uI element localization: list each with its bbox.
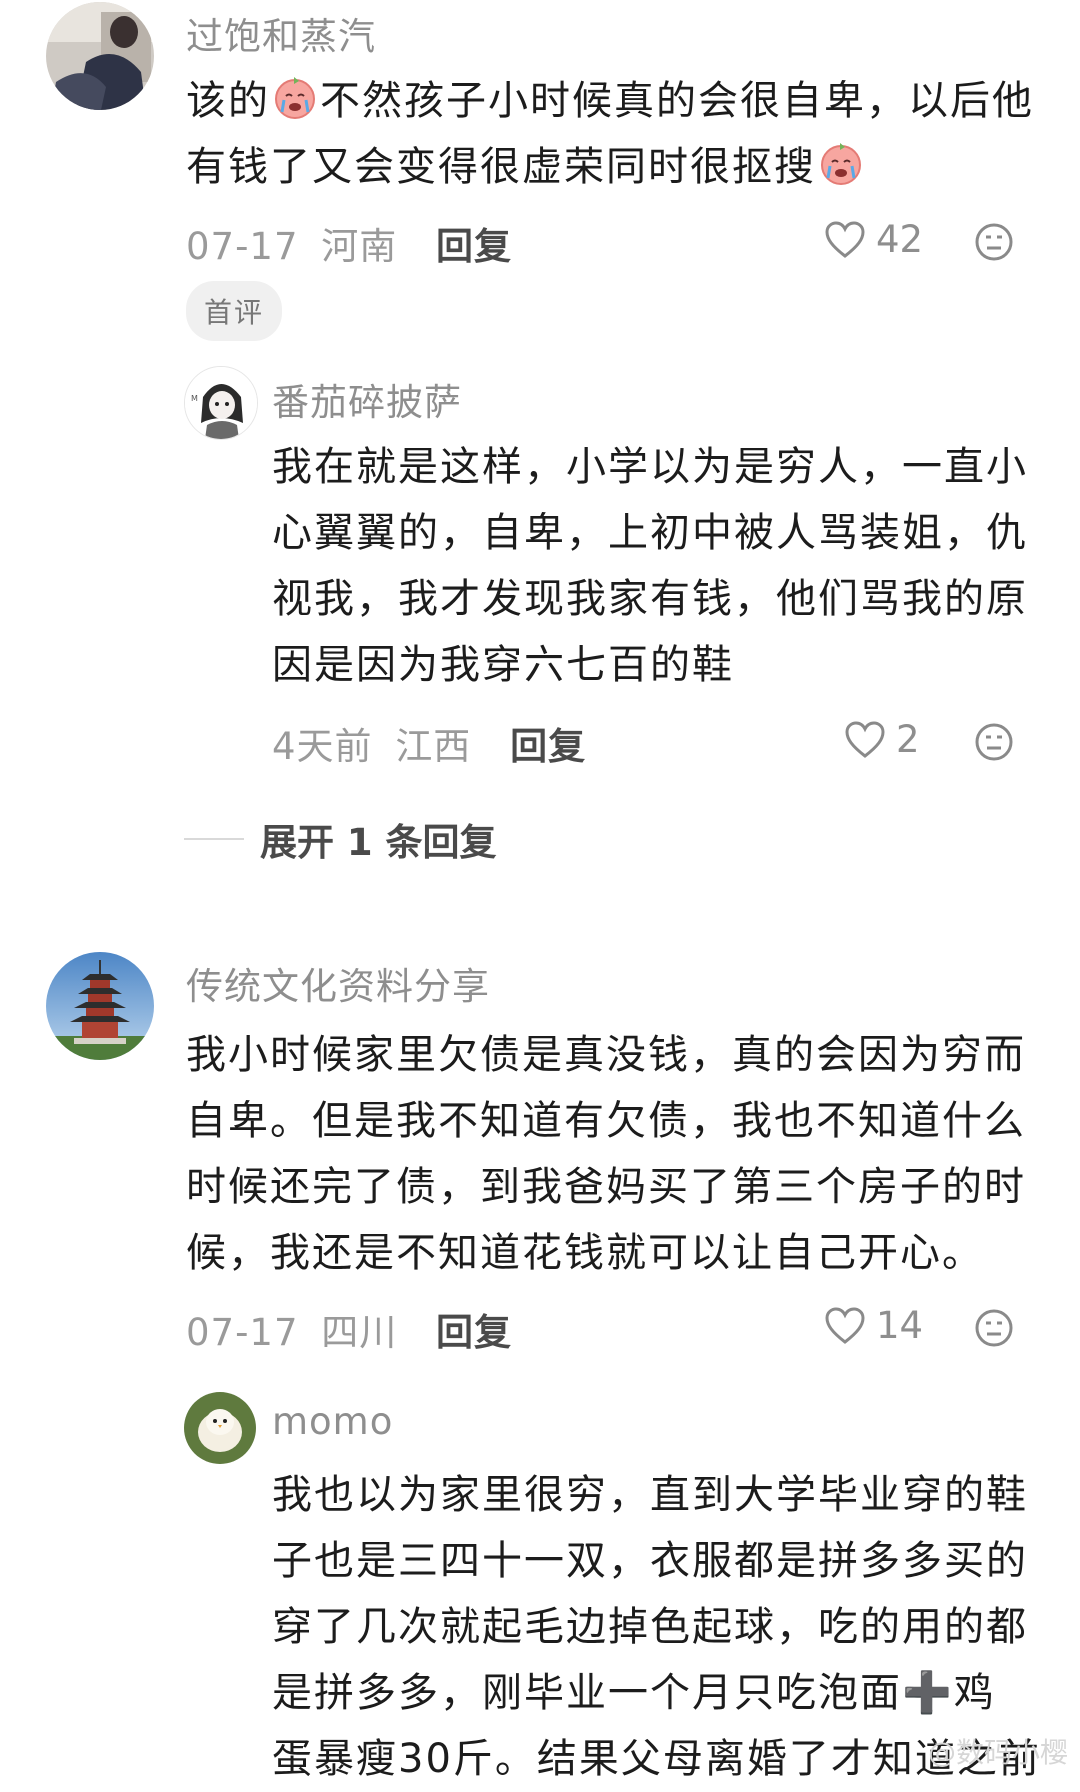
comment-date: 07-17 — [186, 1311, 299, 1354]
comment-date: 07-17 — [186, 225, 299, 268]
reply-line: 我也以为家里很穷，直到大学毕业穿的鞋 — [272, 1472, 1028, 1518]
heart-icon — [825, 1306, 865, 1344]
reply-button[interactable]: 回复 — [510, 725, 586, 768]
reply-username[interactable]: momo — [272, 1400, 393, 1443]
reply-line: 因是因为我穿六七百的鞋 — [272, 642, 734, 688]
reply-date: 4天前 — [272, 725, 373, 768]
anime-girl-avatar-icon: M — [185, 367, 257, 439]
user-avatar[interactable] — [46, 2, 154, 110]
like-count: 42 — [876, 218, 924, 261]
comment-line: 自卑。但是我不知道有欠债，我也不知道什么 — [186, 1098, 1026, 1144]
dislike-face-icon[interactable] — [974, 222, 1014, 262]
comment-line: 有钱了又会变得很虚荣同时很抠搜 — [186, 134, 1046, 200]
reply-line: 是拼多多，刚毕业一个月只吃泡面➕鸡 — [272, 1670, 996, 1716]
comment-line: 时候还完了债，到我爸妈买了第三个房子的时 — [186, 1164, 1026, 1210]
comment-location: 四川 — [321, 1311, 398, 1354]
crying-emoji-icon — [821, 143, 861, 185]
heart-icon — [845, 720, 885, 758]
reply-button[interactable]: 回复 — [436, 1311, 512, 1354]
like-button[interactable]: 42 — [824, 218, 923, 261]
reply-meta: 4天前 江西 回复 — [272, 716, 586, 770]
user-avatar[interactable] — [46, 952, 154, 1060]
comment-line: 候，我还是不知道花钱就可以让自己开心。 — [186, 1230, 984, 1276]
divider — [184, 838, 244, 840]
fluffy-chick-avatar-icon — [184, 1392, 256, 1464]
reply-user-avatar[interactable]: M — [184, 366, 258, 440]
person-photo-avatar-icon — [46, 2, 154, 110]
username[interactable]: 过饱和蒸汽 — [186, 6, 376, 60]
heart-icon — [825, 220, 865, 258]
reply-line: 我在就是这样，小学以为是穷人，一直小 — [272, 444, 1028, 490]
comment-location: 河南 — [321, 225, 398, 268]
reply-location: 江西 — [395, 725, 472, 768]
reply-line: 心翼翼的，自卑，上初中被人骂装姐，仇 — [272, 510, 1028, 556]
comment-meta: 07-17 河南 回复 — [186, 216, 512, 270]
watermark: @数码小樱 — [927, 1736, 1068, 1769]
pagoda-avatar-icon — [46, 952, 154, 1060]
comment-text: 我小时候家里欠债是真没钱，真的会因为穷而 自卑。但是我不知道有欠债，我也不知道什… — [186, 1022, 1066, 1286]
reply-text: 我在就是这样，小学以为是穷人，一直小 心翼翼的，自卑，上初中被人骂装姐，仇 视我… — [272, 434, 1052, 698]
crying-emoji-icon — [275, 77, 315, 119]
first-comment-badge: 首评 — [186, 281, 283, 341]
like-button[interactable]: 2 — [844, 718, 920, 761]
like-button[interactable]: 14 — [824, 1304, 923, 1347]
svg-text:M: M — [191, 394, 198, 403]
reply-line: 视我，我才发现我家有钱，他们骂我的原 — [272, 576, 1028, 622]
reply-line: 穿了几次就起毛边掉色起球，吃的用的都 — [272, 1604, 1028, 1650]
reply-button[interactable]: 回复 — [436, 225, 512, 268]
like-count: 14 — [876, 1304, 924, 1347]
comment-line: 该的 不然孩子小时候真的会很自卑，以后他 — [186, 68, 1046, 134]
reply-line: 子也是三四十一双，衣服都是拼多多买的 — [272, 1538, 1028, 1584]
expand-replies-button[interactable]: 展开 1 条回复 — [184, 812, 497, 866]
username[interactable]: 传统文化资料分享 — [186, 956, 490, 1010]
comment-text: 该的 不然孩子小时候真的会很自卑，以后他 有钱了又会变得很虚荣同时很抠搜 — [186, 68, 1046, 200]
dislike-face-icon[interactable] — [974, 1308, 1014, 1348]
reply-username[interactable]: 番茄碎披萨 — [272, 372, 462, 426]
like-count: 2 — [896, 718, 920, 761]
comment-meta: 07-17 四川 回复 — [186, 1302, 512, 1356]
dislike-face-icon[interactable] — [974, 722, 1014, 762]
expand-replies-label: 展开 1 条回复 — [260, 821, 497, 864]
reply-user-avatar[interactable] — [184, 1392, 256, 1464]
comment-line: 我小时候家里欠债是真没钱，真的会因为穷而 — [186, 1032, 1026, 1078]
